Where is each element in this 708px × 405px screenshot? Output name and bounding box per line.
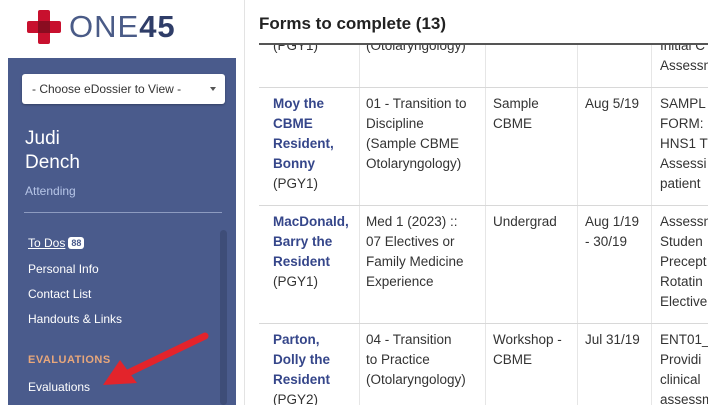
nav-contact-list[interactable]: Contact List — [28, 287, 91, 301]
table-cell-form: SAMPL FORM: HNS1 T Assessi patient — [660, 94, 708, 194]
cell-text: assessm — [660, 392, 708, 405]
sidebar-divider — [24, 212, 222, 213]
table-cell-name: MacDonald, Barry the Resident (PGY1) — [273, 212, 349, 292]
nav-to-dos[interactable]: To Dos 88 — [28, 236, 85, 250]
table-cell-form: ENT01_ Providi clinical assessm — [660, 330, 708, 405]
logo-text: ONE45 — [69, 9, 176, 44]
table-cell-rotation: 04 - Transition to Practice (Otolaryngolog… — [366, 330, 466, 390]
cell-text: 01 - Transition to — [366, 96, 467, 111]
cell-text: Otolaryngology) — [366, 156, 462, 171]
cell-text: (Otolaryngology) — [366, 45, 466, 53]
cell-text: Aug 5/19 — [585, 96, 640, 111]
cell-text: Discipline — [366, 116, 424, 131]
cell-text: CBME — [493, 116, 533, 131]
resident-name-link[interactable]: Dolly the — [273, 350, 330, 370]
resident-name-link[interactable]: Moy the — [273, 94, 334, 114]
cell-text: HNS1 T — [660, 136, 708, 151]
table-cell-name: Moy the CBME Resident, Bonny (PGY1) — [273, 94, 334, 194]
cell-text: Med 1 (2023) :: — [366, 214, 458, 229]
column-divider — [577, 45, 578, 405]
table-cell-date: Aug 1/19 - 30/19 — [585, 212, 639, 252]
cell-text: Aug 1/19 — [585, 214, 640, 229]
caret-down-icon — [210, 87, 216, 91]
row-divider — [259, 205, 708, 206]
cell-text: Precept — [660, 254, 707, 269]
resident-name-link[interactable]: Bonny — [273, 154, 334, 174]
resident-name-link[interactable]: Resident — [273, 370, 330, 390]
nav-handouts-links[interactable]: Handouts & Links — [28, 312, 122, 326]
user-last-name: Dench — [25, 152, 80, 173]
column-divider — [651, 45, 652, 405]
cell-text: Assessn — [660, 214, 708, 229]
table-cell-form: Assessn Studen Precept Rotatin Elective — [660, 212, 708, 312]
edossier-select-value: - Choose eDossier to View - — [32, 82, 182, 96]
user-role: Attending — [25, 184, 76, 198]
nav-to-dos-label: To Dos — [28, 236, 66, 250]
cell-text: Sample — [493, 96, 539, 111]
cell-text: patient — [660, 176, 701, 191]
resident-name-link[interactable]: MacDonald, — [273, 212, 349, 232]
resident-pgy-level: (PGY1) — [273, 176, 319, 191]
medical-cross-icon — [25, 8, 63, 46]
cell-text: Initial C — [660, 45, 706, 53]
resident-pgy-level: (PGY1) — [273, 274, 319, 289]
cell-text: 04 - Transition — [366, 332, 452, 347]
evaluations-section-heading: EVALUATIONS — [28, 354, 111, 366]
cell-text: Family Medicine — [366, 254, 464, 269]
cell-text: Experience — [366, 274, 434, 289]
row-divider — [259, 323, 708, 324]
column-divider — [359, 45, 360, 405]
resident-pgy-level: (PGY1) — [273, 45, 319, 53]
table-cell-name: (PGY1) — [273, 45, 318, 56]
cell-text: Undergrad — [493, 214, 557, 229]
cell-text: Studen — [660, 234, 703, 249]
cell-text: ENT01_ — [660, 332, 708, 347]
table-cell-rotation: Med 1 (2023) :: 07 Electives orFamily Med… — [366, 212, 464, 292]
table-cell-date: Aug 5/19 — [585, 94, 639, 114]
forms-table: (PGY1) (Otolaryngology) Initial C Assessm Mo… — [259, 45, 708, 405]
nav-personal-info[interactable]: Personal Info — [28, 262, 99, 276]
cell-text: to Practice — [366, 352, 430, 367]
resident-name-link[interactable]: Barry the — [273, 232, 349, 252]
cell-text: FORM: — [660, 116, 704, 131]
user-first-name: Judi — [25, 128, 60, 149]
table-cell-form: Initial C Assessm — [660, 45, 708, 76]
cell-text: Providi — [660, 352, 702, 367]
sidebar-panel: - Choose eDossier to View - Judi Dench A… — [8, 58, 236, 405]
cell-text: (Sample CBME — [366, 136, 460, 151]
cell-text: Elective — [660, 294, 708, 309]
column-divider — [485, 45, 486, 405]
nav-evaluations[interactable]: Evaluations — [28, 380, 90, 394]
table-cell-date: Jul 31/19 — [585, 330, 640, 350]
resident-name-link[interactable]: Resident — [273, 252, 349, 272]
one45-logo[interactable]: ONE45 — [25, 8, 176, 46]
cell-text: 07 Electives or — [366, 234, 455, 249]
table-cell-type: Undergrad — [493, 212, 557, 232]
cell-text: CBME — [493, 352, 533, 367]
table-cell-type: Workshop - CBME — [493, 330, 562, 370]
cell-text: Rotatin — [660, 274, 703, 289]
sidebar-scrollbar[interactable] — [220, 230, 227, 405]
table-cell-rotation: (Otolaryngology) — [366, 45, 466, 56]
cell-text: clinical — [660, 372, 701, 387]
table-cell-type: Sample CBME — [493, 94, 539, 134]
row-divider — [259, 87, 708, 88]
cell-text: SAMPL — [660, 96, 706, 111]
sidebar: ONE45 - Choose eDossier to View - Judi D… — [0, 0, 245, 405]
edossier-select[interactable]: - Choose eDossier to View - — [22, 74, 225, 104]
resident-name-link[interactable]: CBME — [273, 114, 334, 134]
cell-text: Assessi — [660, 156, 707, 171]
cell-text: (Otolaryngology) — [366, 372, 466, 387]
resident-name-link[interactable]: Parton, — [273, 330, 330, 350]
cell-text: Jul 31/19 — [585, 332, 640, 347]
to-dos-count-badge: 88 — [68, 237, 85, 249]
page-title: Forms to complete (13) — [259, 14, 447, 33]
cell-text: Workshop - — [493, 332, 562, 347]
cell-text: Assessm — [660, 58, 708, 73]
table-cell-name: Parton, Dolly the Resident (PGY2) — [273, 330, 330, 405]
cell-text: - 30/19 — [585, 234, 628, 249]
resident-name-link[interactable]: Resident, — [273, 134, 334, 154]
table-cell-rotation: 01 - Transition to Discipline (Sample CBME… — [366, 94, 467, 174]
resident-pgy-level: (PGY2) — [273, 392, 319, 405]
